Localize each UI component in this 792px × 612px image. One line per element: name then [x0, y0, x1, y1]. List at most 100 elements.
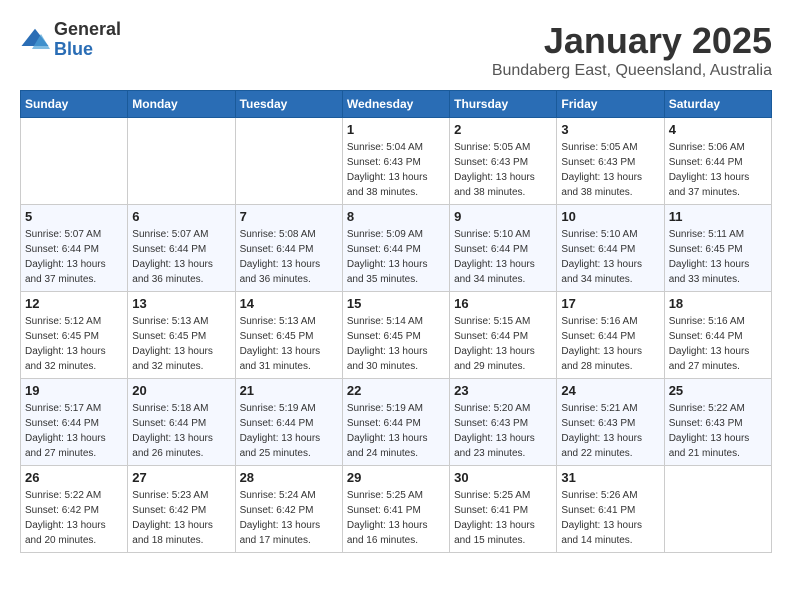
day-info: Sunrise: 5:04 AM Sunset: 6:43 PM Dayligh…: [347, 140, 445, 200]
day-number: 21: [240, 383, 338, 398]
calendar-cell: 6 Sunrise: 5:07 AM Sunset: 6:44 PM Daylig…: [128, 205, 235, 292]
logo: General Blue: [20, 20, 121, 60]
day-number: 15: [347, 296, 445, 311]
day-info: Sunrise: 5:08 AM Sunset: 6:44 PM Dayligh…: [240, 227, 338, 287]
month-title: January 2025: [492, 20, 772, 62]
calendar-cell: 16 Sunrise: 5:15 AM Sunset: 6:44 PM Dayli…: [450, 292, 557, 379]
day-number: 1: [347, 122, 445, 137]
weekday-header-thursday: Thursday: [450, 91, 557, 118]
calendar-cell: 27Sunrise: 5:23 AM Sunset: 6:42 PM Dayli…: [128, 466, 235, 553]
day-number: 17: [561, 296, 659, 311]
day-number: 31: [561, 470, 659, 485]
calendar-cell: 31 Sunrise: 5:26 AM Sunset: 6:41 PM Dayli…: [557, 466, 664, 553]
week-row-1: 1 Sunrise: 5:04 AM Sunset: 6:43 PM Daylig…: [21, 118, 772, 205]
day-number: 3: [561, 122, 659, 137]
day-number: 9: [454, 209, 552, 224]
calendar-cell: 17 Sunrise: 5:16 AM Sunset: 6:44 PM Dayli…: [557, 292, 664, 379]
day-number: 13: [132, 296, 230, 311]
day-info: Sunrise: 5:20 AM Sunset: 6:43 PM Dayligh…: [454, 401, 552, 461]
day-number: 26: [25, 470, 123, 485]
day-number: 2: [454, 122, 552, 137]
weekday-header-monday: Monday: [128, 91, 235, 118]
day-info: Sunrise: 5:19 AM Sunset: 6:44 PM Dayligh…: [240, 401, 338, 461]
weekday-header-saturday: Saturday: [664, 91, 771, 118]
day-info: Sunrise: 5:21 AM Sunset: 6:43 PM Dayligh…: [561, 401, 659, 461]
day-info: Sunrise: 5:10 AM Sunset: 6:44 PM Dayligh…: [561, 227, 659, 287]
day-info: Sunrise: 5:06 AM Sunset: 6:44 PM Dayligh…: [669, 140, 767, 200]
calendar-cell: 10Sunrise: 5:10 AM Sunset: 6:44 PM Dayli…: [557, 205, 664, 292]
calendar-cell: 3 Sunrise: 5:05 AM Sunset: 6:43 PM Daylig…: [557, 118, 664, 205]
calendar-cell: 30 Sunrise: 5:25 AM Sunset: 6:41 PM Dayli…: [450, 466, 557, 553]
calendar-cell: 28Sunrise: 5:24 AM Sunset: 6:42 PM Dayli…: [235, 466, 342, 553]
calendar-cell: 11Sunrise: 5:11 AM Sunset: 6:45 PM Dayli…: [664, 205, 771, 292]
day-number: 7: [240, 209, 338, 224]
day-number: 29: [347, 470, 445, 485]
calendar-cell: 9 Sunrise: 5:10 AM Sunset: 6:44 PM Daylig…: [450, 205, 557, 292]
day-number: 6: [132, 209, 230, 224]
calendar-cell: 5Sunrise: 5:07 AM Sunset: 6:44 PM Daylig…: [21, 205, 128, 292]
week-row-4: 19Sunrise: 5:17 AM Sunset: 6:44 PM Dayli…: [21, 379, 772, 466]
calendar-cell: 23 Sunrise: 5:20 AM Sunset: 6:43 PM Dayli…: [450, 379, 557, 466]
day-info: Sunrise: 5:19 AM Sunset: 6:44 PM Dayligh…: [347, 401, 445, 461]
day-number: 16: [454, 296, 552, 311]
day-number: 30: [454, 470, 552, 485]
calendar-cell: 20 Sunrise: 5:18 AM Sunset: 6:44 PM Dayli…: [128, 379, 235, 466]
day-info: Sunrise: 5:22 AM Sunset: 6:42 PM Dayligh…: [25, 488, 123, 548]
day-info: Sunrise: 5:12 AM Sunset: 6:45 PM Dayligh…: [25, 314, 123, 374]
day-number: 5: [25, 209, 123, 224]
logo-general-label: General: [54, 20, 121, 40]
day-number: 23: [454, 383, 552, 398]
weekday-header-sunday: Sunday: [21, 91, 128, 118]
weekday-header-row: SundayMondayTuesdayWednesdayThursdayFrid…: [21, 91, 772, 118]
day-info: Sunrise: 5:25 AM Sunset: 6:41 PM Dayligh…: [347, 488, 445, 548]
calendar-cell: [128, 118, 235, 205]
calendar-cell: 7 Sunrise: 5:08 AM Sunset: 6:44 PM Daylig…: [235, 205, 342, 292]
day-info: Sunrise: 5:10 AM Sunset: 6:44 PM Dayligh…: [454, 227, 552, 287]
day-info: Sunrise: 5:11 AM Sunset: 6:45 PM Dayligh…: [669, 227, 767, 287]
day-info: Sunrise: 5:18 AM Sunset: 6:44 PM Dayligh…: [132, 401, 230, 461]
calendar-cell: 18 Sunrise: 5:16 AM Sunset: 6:44 PM Dayli…: [664, 292, 771, 379]
day-info: Sunrise: 5:26 AM Sunset: 6:41 PM Dayligh…: [561, 488, 659, 548]
day-number: 14: [240, 296, 338, 311]
calendar-cell: 19Sunrise: 5:17 AM Sunset: 6:44 PM Dayli…: [21, 379, 128, 466]
weekday-header-friday: Friday: [557, 91, 664, 118]
day-info: Sunrise: 5:25 AM Sunset: 6:41 PM Dayligh…: [454, 488, 552, 548]
calendar-cell: 22 Sunrise: 5:19 AM Sunset: 6:44 PM Dayli…: [342, 379, 449, 466]
calendar-cell: 1 Sunrise: 5:04 AM Sunset: 6:43 PM Daylig…: [342, 118, 449, 205]
logo-text: General Blue: [54, 20, 121, 60]
day-info: Sunrise: 5:07 AM Sunset: 6:44 PM Dayligh…: [132, 227, 230, 287]
calendar-cell: 24Sunrise: 5:21 AM Sunset: 6:43 PM Dayli…: [557, 379, 664, 466]
day-number: 12: [25, 296, 123, 311]
logo-blue-label: Blue: [54, 40, 121, 60]
day-info: Sunrise: 5:16 AM Sunset: 6:44 PM Dayligh…: [561, 314, 659, 374]
day-number: 25: [669, 383, 767, 398]
calendar-cell: 4 Sunrise: 5:06 AM Sunset: 6:44 PM Daylig…: [664, 118, 771, 205]
day-number: 18: [669, 296, 767, 311]
day-info: Sunrise: 5:16 AM Sunset: 6:44 PM Dayligh…: [669, 314, 767, 374]
calendar-cell: 21 Sunrise: 5:19 AM Sunset: 6:44 PM Dayli…: [235, 379, 342, 466]
day-number: 19: [25, 383, 123, 398]
calendar-cell: 26 Sunrise: 5:22 AM Sunset: 6:42 PM Dayli…: [21, 466, 128, 553]
day-info: Sunrise: 5:13 AM Sunset: 6:45 PM Dayligh…: [240, 314, 338, 374]
calendar-cell: 25Sunrise: 5:22 AM Sunset: 6:43 PM Dayli…: [664, 379, 771, 466]
weekday-header-tuesday: Tuesday: [235, 91, 342, 118]
day-info: Sunrise: 5:14 AM Sunset: 6:45 PM Dayligh…: [347, 314, 445, 374]
calendar-cell: 29 Sunrise: 5:25 AM Sunset: 6:41 PM Dayli…: [342, 466, 449, 553]
calendar-cell: 2 Sunrise: 5:05 AM Sunset: 6:43 PM Daylig…: [450, 118, 557, 205]
day-info: Sunrise: 5:09 AM Sunset: 6:44 PM Dayligh…: [347, 227, 445, 287]
day-number: 4: [669, 122, 767, 137]
calendar-cell: [664, 466, 771, 553]
calendar-cell: 14 Sunrise: 5:13 AM Sunset: 6:45 PM Dayli…: [235, 292, 342, 379]
day-info: Sunrise: 5:05 AM Sunset: 6:43 PM Dayligh…: [561, 140, 659, 200]
day-number: 22: [347, 383, 445, 398]
day-info: Sunrise: 5:15 AM Sunset: 6:44 PM Dayligh…: [454, 314, 552, 374]
day-number: 28: [240, 470, 338, 485]
day-number: 27: [132, 470, 230, 485]
day-info: Sunrise: 5:13 AM Sunset: 6:45 PM Dayligh…: [132, 314, 230, 374]
day-number: 20: [132, 383, 230, 398]
week-row-5: 26 Sunrise: 5:22 AM Sunset: 6:42 PM Dayli…: [21, 466, 772, 553]
weekday-header-wednesday: Wednesday: [342, 91, 449, 118]
day-info: Sunrise: 5:05 AM Sunset: 6:43 PM Dayligh…: [454, 140, 552, 200]
day-number: 8: [347, 209, 445, 224]
calendar-cell: 8 Sunrise: 5:09 AM Sunset: 6:44 PM Daylig…: [342, 205, 449, 292]
